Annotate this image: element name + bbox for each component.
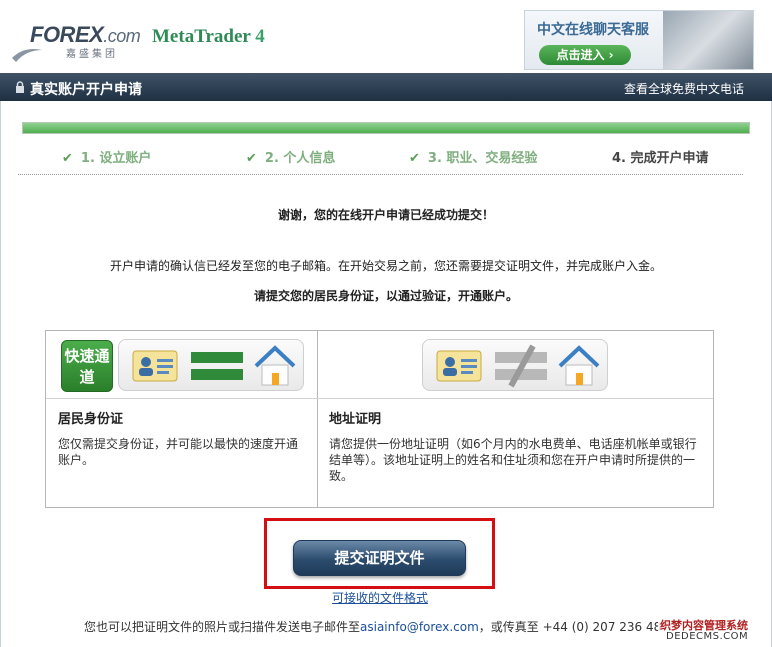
home-icon xyxy=(254,345,296,386)
step-2: ✔ 2. 个人信息 xyxy=(246,151,336,166)
logo-subtitle: 嘉盛集团 xyxy=(66,49,118,60)
column-divider xyxy=(317,331,318,507)
progress-fill xyxy=(23,123,749,133)
keyboard-hands-image xyxy=(663,11,753,69)
step-indicator: ✔ 1. 设立账户 ✔ 2. 个人信息 ✔ 3. 职业、交易经验 4. 完成开户申请 xyxy=(18,147,746,167)
address-icon-panel xyxy=(422,339,608,391)
id-card-icon xyxy=(436,350,482,382)
chat-banner[interactable]: 中文在线聊天客服 点击进入 › xyxy=(524,10,754,70)
accepted-formats-link[interactable]: 可接收的文件格式 xyxy=(0,589,760,606)
step-4-current: 4. 完成开户申请 xyxy=(612,151,709,166)
id-card-description: 您仅需提交身份证，并可能以最快的速度开通账户。 xyxy=(58,437,299,467)
address-proof-heading: 地址证明 xyxy=(329,412,382,427)
step-1: ✔ 1. 设立账户 xyxy=(62,151,152,166)
home-icon xyxy=(558,345,600,386)
fast-track-badge: 快速通道 xyxy=(61,340,113,392)
metatrader-logo: MetaTrader 4 xyxy=(152,26,265,47)
submit-documents-button[interactable]: 提交证明文件 xyxy=(293,540,466,576)
lock-icon xyxy=(16,81,24,93)
address-proof-description: 请您提供一份地址证明（如6个月内的水电费单、电话座机帐单或银行结单等）。该地址证… xyxy=(329,437,697,483)
progress-bar xyxy=(22,122,750,134)
check-icon: ✔ xyxy=(62,151,73,166)
submit-id-instruction: 请提交您的居民身份证，以通过验证，开通账户。 xyxy=(253,289,518,303)
watermark-domain: DEDECMS.COM xyxy=(666,631,749,642)
check-icon: ✔ xyxy=(409,151,420,166)
header: FOREX.com 嘉盛集团 MetaTrader 4 中文在线聊天客服 点击进… xyxy=(0,0,772,72)
step-3: ✔ 3. 职业、交易经验 xyxy=(409,151,538,166)
free-phone-link[interactable]: 查看全球免费中文电话 xyxy=(624,80,744,97)
id-card-icon-panel xyxy=(118,339,304,391)
id-card-heading: 居民身份证 xyxy=(58,412,124,427)
page-title: 真实账户开户申请 xyxy=(30,82,142,98)
documents-table: 快速通道 居民身份证 您仅需提交身份证，并可能以最快的速度开通账户。 地址证明 … xyxy=(45,330,714,508)
watermark: 织梦内容管理系统 DEDECMS.COM xyxy=(658,617,770,645)
footer-note: 您也可以把证明文件的照片或扫描件发送电子邮件至asiainfo@forex.co… xyxy=(84,620,677,634)
title-bar: 真实账户开户申请 查看全球免费中文电话 xyxy=(0,73,772,101)
confirmation-message: 开户申请的确认信已经发至您的电子邮箱。在开始交易之前，您还需要提交证明文件，并完… xyxy=(109,259,662,273)
divider xyxy=(18,174,743,175)
chat-enter-button[interactable]: 点击进入 › xyxy=(539,45,631,65)
not-equal-icon xyxy=(495,344,547,388)
row-divider xyxy=(46,398,713,399)
equals-icon xyxy=(191,352,243,380)
chat-banner-title: 中文在线聊天客服 xyxy=(537,22,649,38)
email-link[interactable]: asiainfo@forex.com xyxy=(360,620,479,634)
check-icon: ✔ xyxy=(246,151,257,166)
success-message: 谢谢，您的在线开户申请已经成功提交！ xyxy=(277,208,494,222)
id-card-icon xyxy=(132,350,178,382)
swoosh-icon xyxy=(12,49,42,62)
